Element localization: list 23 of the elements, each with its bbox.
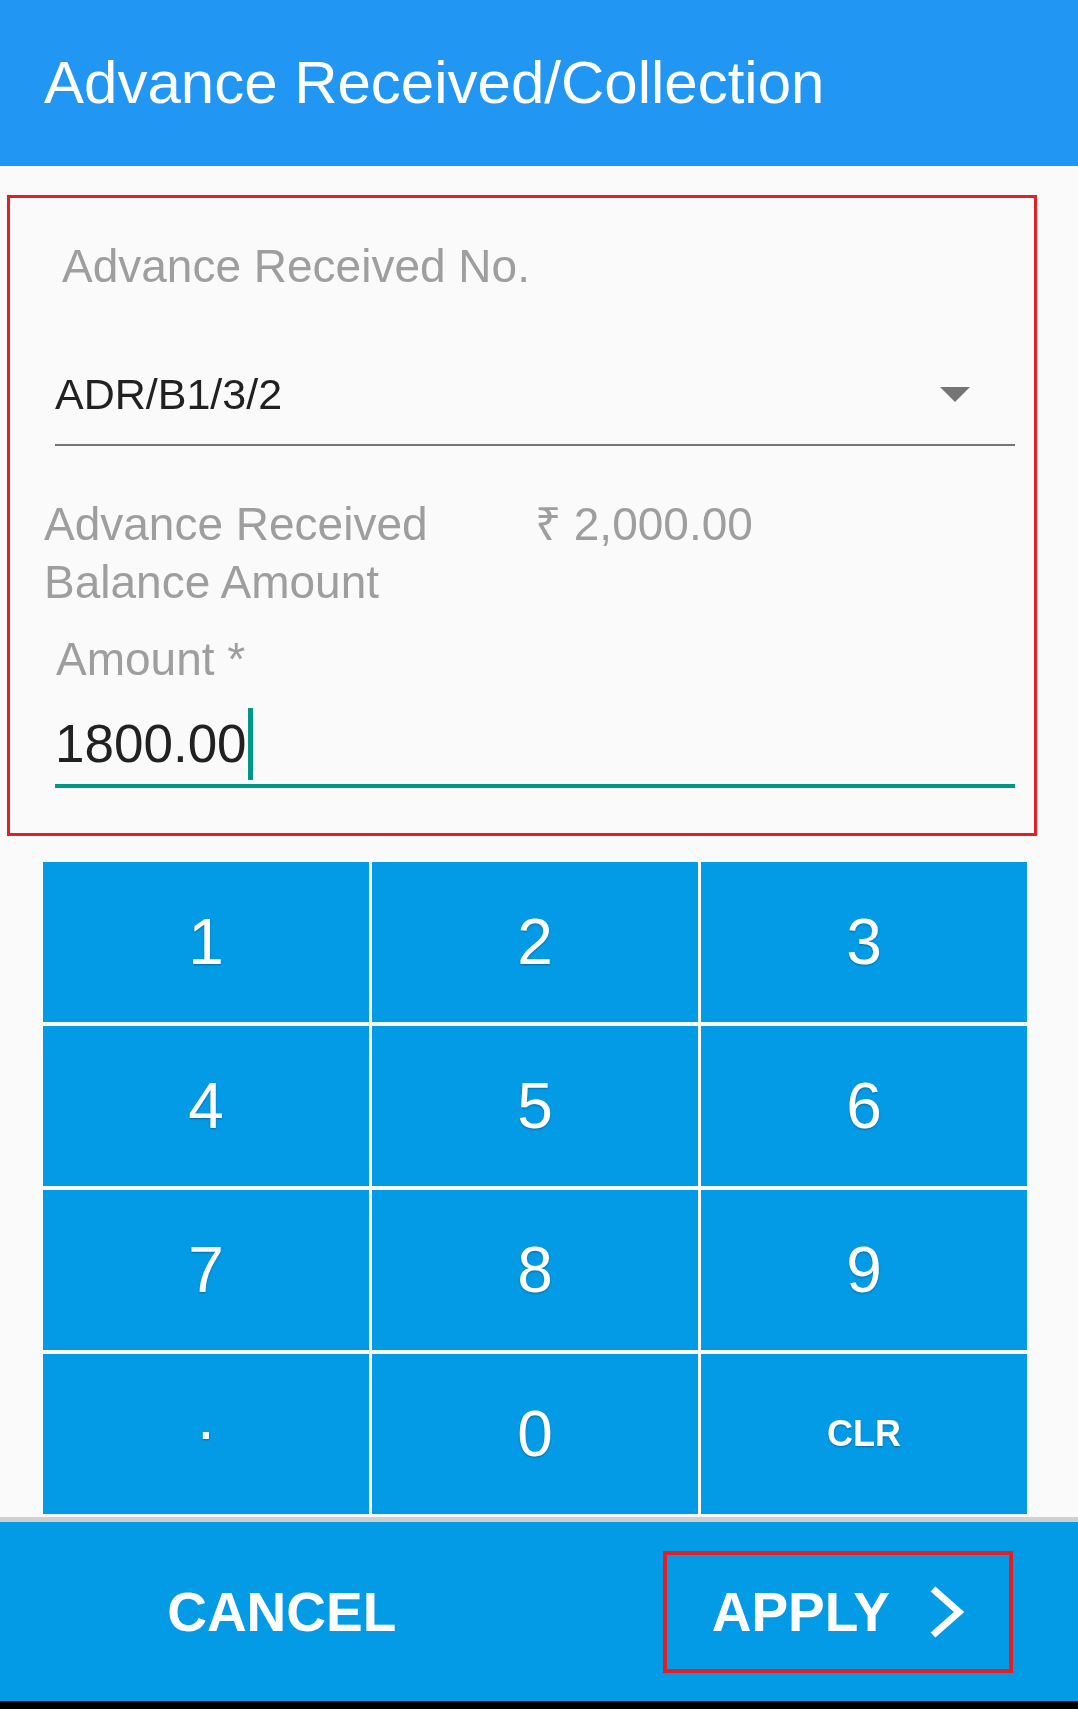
page-title: Advance Received/Collection (44, 48, 825, 118)
chevron-right-icon (930, 1585, 964, 1638)
keypad-key[interactable]: 4 (43, 1026, 369, 1186)
apply-button[interactable]: APPLY (662, 1550, 1013, 1673)
field-label: Advance Received Balance Amount (44, 497, 429, 610)
keypad-key[interactable]: 0 (372, 1354, 698, 1514)
keypad-key[interactable]: 2 (372, 862, 698, 1022)
dropdown-field[interactable]: ADR/B1/3/2 (55, 344, 1015, 446)
keypad-key[interactable]: 9 (701, 1190, 1027, 1350)
caret-icon (940, 386, 970, 402)
keypad-key[interactable]: 5 (372, 1026, 698, 1186)
keypad-key[interactable]: 6 (701, 1026, 1027, 1186)
amount-field[interactable]: 1800.00 (55, 687, 1015, 788)
field-label: Advance Received No. (62, 239, 530, 294)
keypad-key[interactable]: 7 (43, 1190, 369, 1350)
keypad-key[interactable]: 3 (701, 862, 1027, 1022)
keypad-key[interactable]: CLR (701, 1354, 1027, 1514)
keypad-key[interactable]: . (43, 1354, 369, 1514)
cancel-button[interactable]: CANCEL (118, 1550, 446, 1673)
keypad-key[interactable]: 1 (43, 862, 369, 1022)
balance-amount: ₹ 2,000.00 (535, 497, 753, 552)
field-label: Amount * (56, 632, 246, 687)
keypad-key[interactable]: 8 (372, 1190, 698, 1350)
